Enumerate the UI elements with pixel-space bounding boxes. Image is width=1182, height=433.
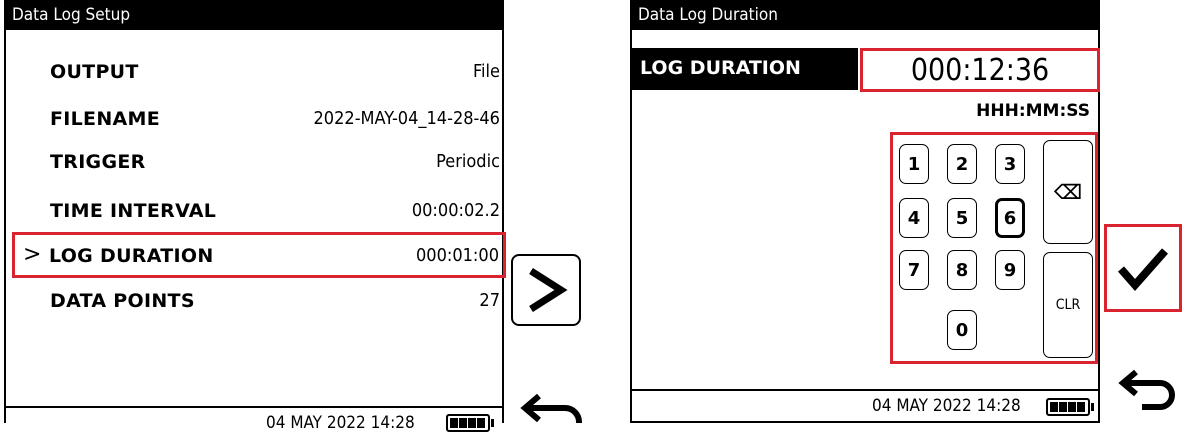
backspace-button[interactable]: ⌫	[1043, 140, 1093, 244]
row-label: FILENAME	[50, 108, 161, 130]
data-log-setup-screen: Data Log Setup OUTPUT File FILENAME 2022…	[4, 0, 506, 433]
key-8[interactable]: 8	[947, 250, 977, 290]
row-label: TRIGGER	[50, 151, 146, 173]
back-button[interactable]	[514, 392, 586, 423]
row-value: 27	[479, 290, 500, 311]
key-2[interactable]: 2	[947, 144, 977, 184]
screen-title: Data Log Setup	[6, 0, 502, 30]
key-7[interactable]: 7	[899, 250, 929, 290]
key-5[interactable]: 5	[947, 198, 977, 238]
menu-row-time-interval[interactable]: TIME INTERVAL 00:00:02.2	[16, 191, 502, 231]
status-datetime: 04 MAY 2022 14:28	[872, 396, 1021, 416]
field-label: LOG DURATION	[640, 57, 801, 79]
row-value: File	[473, 61, 500, 82]
row-label: DATA POINTS	[50, 290, 195, 312]
next-arrow-button[interactable]	[511, 254, 581, 326]
screen-title: Data Log Duration	[632, 0, 1098, 30]
menu-row-trigger[interactable]: TRIGGER Periodic	[16, 142, 502, 182]
status-divider	[6, 406, 502, 408]
selection-chevron-icon: >	[23, 242, 42, 267]
menu-row-data-points[interactable]: DATA POINTS 27	[16, 281, 502, 321]
numeric-keypad: 1 2 3 4 5 6 7 8 9 0 ⌫ CLR	[890, 132, 1098, 364]
battery-icon	[1046, 398, 1094, 416]
row-value: 00:00:02.2	[411, 200, 500, 221]
battery-icon	[446, 414, 494, 432]
back-button[interactable]	[1112, 366, 1182, 418]
duration-input[interactable]: 000:12:36	[860, 48, 1100, 92]
key-3[interactable]: 3	[995, 144, 1025, 184]
return-arrow-icon	[520, 393, 582, 423]
menu-row-log-duration[interactable]: > LOG DURATION 000:01:00	[12, 232, 506, 278]
key-9[interactable]: 9	[995, 250, 1025, 290]
row-value: 2022-MAY-04_14-28-46	[313, 108, 501, 129]
backspace-icon: ⌫	[1053, 180, 1083, 204]
chevron-right-icon	[529, 268, 568, 312]
status-divider	[632, 389, 1098, 391]
row-value: Periodic	[436, 151, 500, 172]
status-datetime: 04 MAY 2022 14:28	[266, 413, 415, 433]
check-icon	[1117, 248, 1168, 292]
data-log-duration-screen: Data Log Duration LOG DURATION 000:12:36…	[630, 0, 1100, 423]
menu-row-filename[interactable]: FILENAME 2022-MAY-04_14-28-46	[16, 99, 502, 139]
confirm-button[interactable]	[1104, 224, 1182, 312]
clear-button[interactable]: CLR	[1043, 252, 1093, 358]
field-label-bar: LOG DURATION	[632, 48, 858, 90]
key-4[interactable]: 4	[899, 198, 929, 238]
menu-row-output[interactable]: OUTPUT File	[16, 52, 502, 92]
row-label: LOG DURATION	[49, 245, 214, 267]
key-1[interactable]: 1	[899, 144, 929, 184]
return-arrow-icon	[1118, 369, 1175, 410]
row-label: OUTPUT	[50, 61, 139, 83]
format-hint: HHH:MM:SS	[976, 101, 1090, 121]
row-value: 000:01:00	[415, 245, 499, 266]
key-6[interactable]: 6	[995, 198, 1025, 238]
key-0[interactable]: 0	[947, 310, 977, 350]
row-label: TIME INTERVAL	[50, 200, 217, 222]
duration-value: 000:12:36	[910, 52, 1050, 88]
